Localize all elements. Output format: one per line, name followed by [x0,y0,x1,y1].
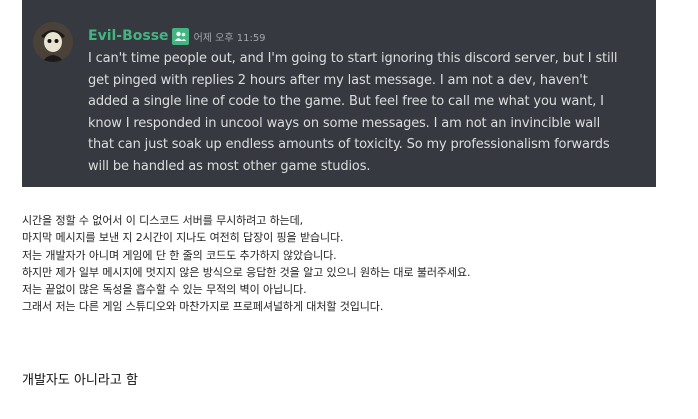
translation-line: 마지막 메시지를 보낸 지 2시간이 지나도 여전히 답장이 핑을 받습니다. [22,231,344,245]
translation-line: 하지만 제가 일부 메시지에 멋지지 않은 방식으로 응답한 것을 알고 있으니… [22,265,471,279]
translation-line: 시간을 정할 수 없어서 이 디스코드 서버를 무시하려고 하는데, [22,214,304,227]
message-line: know I responded in uncool ways on some … [88,115,601,131]
translation-line: 저는 끝없이 많은 독성을 흡수할 수 있는 무적의 벽이 아닙니다. [22,283,307,297]
message-content: I can't time people out, and I'm going t… [88,48,656,178]
message-line: will be handled as most other game studi… [88,158,371,174]
role-badge-icon [171,27,189,45]
korean-translation: 시간을 정할 수 없어서 이 디스코드 서버를 무시하려고 하는데, 마지막 메… [22,212,682,316]
username[interactable]: Evil-Bosse [88,28,169,44]
post-comment: 개발자도 아니라고 함 [22,373,138,388]
message-header: Evil-Bosse 어제 오후 11:59 [88,25,266,47]
user-avatar[interactable] [33,22,73,62]
translation-line: 저는 개발자가 아니며 게임에 단 한 줄의 코드도 추가하지 않았습니다. [22,248,337,262]
discord-message-screenshot: ━━━━━━━━━ ━━━━━━━━ ━━━ ━━━━━━━ ━━━━━━ Ev… [22,0,656,187]
message-line: I can't time people out, and I'm going t… [88,51,618,66]
character-avatar-icon [33,22,73,62]
translation-line: 그래서 저는 다른 게임 스튜디오와 마찬가지로 프로페셔널하게 대처할 것입니… [22,300,384,314]
message-timestamp: 어제 오후 11:59 [193,32,266,44]
message-line: added a single line of code to the game.… [88,94,604,110]
message-line: that can just soak up endless amounts of… [88,137,610,153]
cropped-previous-message: ━━━━━━━━━ ━━━━━━━━ ━━━ ━━━━━━━ ━━━━━━ [110,0,610,4]
message-line: get pinged with replies 2 hours after my… [88,72,588,88]
